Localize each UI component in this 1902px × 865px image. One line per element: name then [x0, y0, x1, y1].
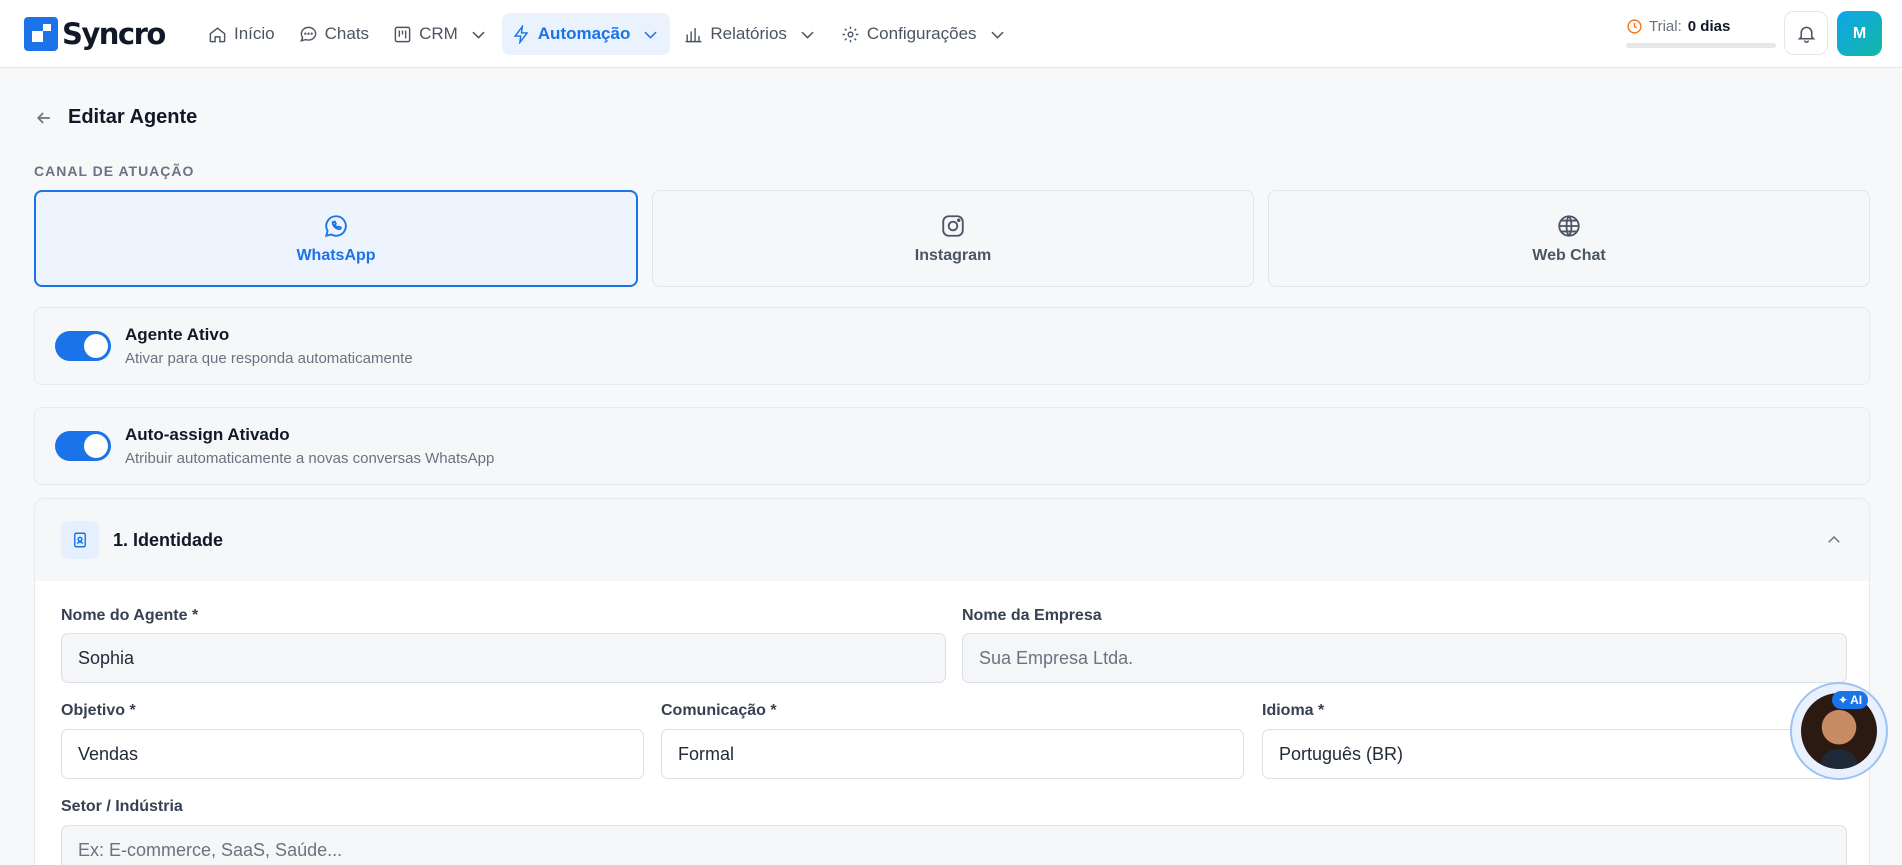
agent-name-label: Nome do Agente * — [61, 607, 199, 624]
communication-label: Comunicação * — [661, 702, 777, 719]
agent-active-toggle[interactable] — [55, 331, 111, 361]
ai-badge-label: AI — [1850, 693, 1863, 707]
trial-progress-bar — [1626, 43, 1776, 48]
home-icon — [209, 26, 226, 42]
auto-assign-card: Auto-assign Ativado Atribuir automaticam… — [34, 407, 1870, 485]
globe-icon — [1558, 214, 1580, 237]
nav-item-automacao[interactable]: Automação — [501, 13, 671, 55]
nav-label: Relatórios — [710, 24, 787, 43]
gear-icon — [842, 26, 859, 42]
toggle-description: Ativar para que responda automaticamente — [125, 350, 413, 367]
page-header: Editar Agente — [34, 106, 197, 129]
trial-indicator: Trial: 0 dias — [1626, 18, 1776, 48]
company-name-input[interactable] — [962, 633, 1847, 683]
kanban-icon — [394, 26, 411, 42]
chevron-up-icon[interactable] — [1825, 531, 1843, 549]
company-name-label: Nome da Empresa — [962, 607, 1102, 624]
chevron-down-icon — [644, 31, 657, 39]
sector-input[interactable] — [61, 825, 1847, 865]
channel-label: WhatsApp — [296, 246, 376, 264]
communication-select[interactable] — [661, 729, 1244, 779]
language-label: Idioma * — [1262, 702, 1325, 719]
trial-value: 0 dias — [1687, 18, 1731, 35]
language-select[interactable] — [1262, 729, 1847, 779]
toggle-description: Atribuir automaticamente a novas convers… — [125, 450, 495, 467]
agent-name-input[interactable] — [61, 633, 946, 683]
nav-item-configuracoes[interactable]: Configurações — [831, 13, 1017, 55]
channel-label: Instagram — [914, 246, 992, 264]
channel-label: Web Chat — [1532, 246, 1606, 264]
brand-name: Syncro — [62, 17, 166, 51]
toggle-title: Auto-assign Ativado — [125, 425, 290, 444]
chevron-down-icon — [990, 31, 1004, 39]
logo-mark-icon — [24, 17, 58, 51]
notifications-button[interactable] — [1784, 11, 1828, 55]
brand-logo[interactable]: Syncro — [24, 17, 166, 51]
toggle-title: Agente Ativo — [125, 325, 230, 344]
nav-label: Início — [234, 24, 275, 43]
objective-select[interactable] — [61, 729, 644, 779]
whatsapp-icon — [324, 214, 347, 237]
identity-section: 1. Identidade Nome do Agente * Nome da E… — [34, 498, 1870, 865]
id-badge-icon — [61, 521, 99, 559]
sector-label: Setor / Indústria — [61, 798, 183, 815]
instagram-icon — [942, 214, 964, 237]
identity-section-header[interactable]: 1. Identidade — [35, 499, 1869, 581]
auto-assign-toggle[interactable] — [55, 431, 111, 461]
trial-label: Trial: — [1649, 18, 1682, 35]
page-title: Editar Agente — [68, 106, 198, 128]
sparkle-icon: ✦ — [1838, 693, 1849, 707]
chevron-down-icon — [472, 31, 485, 39]
bell-icon — [1797, 26, 1815, 43]
section-title: 1. Identidade — [113, 529, 224, 550]
chat-icon — [299, 26, 316, 42]
user-avatar[interactable]: M — [1837, 11, 1882, 56]
nav-item-chats[interactable]: Chats — [289, 13, 379, 55]
chevron-down-icon — [801, 31, 814, 39]
channel-option-instagram[interactable]: Instagram — [652, 190, 1254, 287]
back-arrow-icon[interactable] — [34, 108, 54, 128]
ai-badge: ✦ AI — [1832, 691, 1869, 709]
nav-label: Automação — [537, 24, 631, 43]
top-navbar: Syncro Início Chats CRM Automação Relató… — [0, 0, 1902, 68]
nav-item-inicio[interactable]: Início — [198, 13, 285, 55]
nav-label: Chats — [324, 24, 370, 43]
nav-label: Configurações — [866, 24, 977, 43]
bolt-icon — [513, 24, 529, 44]
channel-option-whatsapp[interactable]: WhatsApp — [34, 190, 638, 287]
nav-item-crm[interactable]: CRM — [383, 13, 498, 55]
objective-label: Objetivo * — [61, 702, 136, 719]
channel-option-webchat[interactable]: Web Chat — [1268, 190, 1870, 287]
channel-selector: WhatsApp Instagram Web Chat — [34, 190, 1870, 287]
nav-label: CRM — [419, 24, 458, 43]
nav-item-relatorios[interactable]: Relatórios — [674, 13, 827, 55]
main-nav: Início Chats CRM Automação Relatórios Co… — [198, 12, 1017, 56]
bar-chart-icon — [685, 27, 702, 42]
channel-section-label: CANAL DE ATUAÇÃO — [34, 163, 195, 179]
clock-icon — [1627, 19, 1642, 34]
agent-active-card: Agente Ativo Ativar para que responda au… — [34, 307, 1870, 385]
